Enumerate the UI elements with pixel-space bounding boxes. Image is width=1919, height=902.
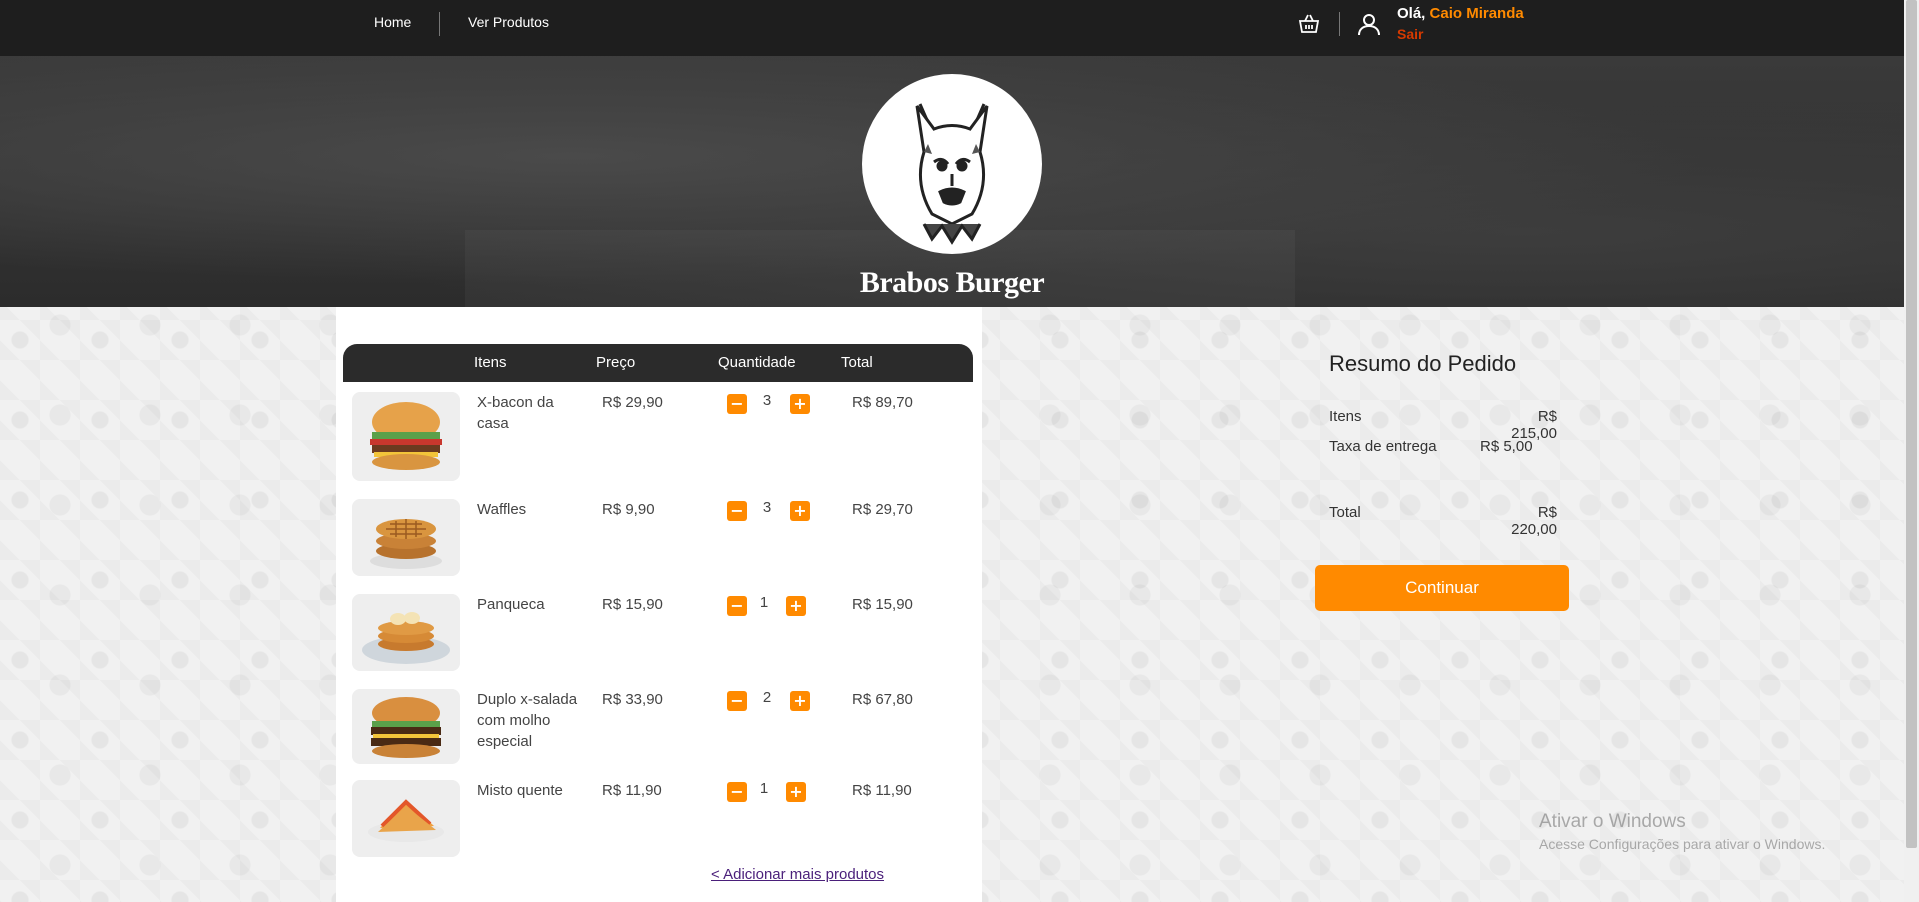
item-name-line: Waffles	[477, 501, 527, 518]
item-total: R$ 15,90	[852, 596, 913, 613]
item-quantity: 3	[762, 392, 772, 409]
basket-icon[interactable]	[1297, 12, 1321, 36]
item-price: R$ 15,90	[602, 596, 663, 613]
pitbull-logo	[862, 74, 1042, 254]
user-icon[interactable]	[1356, 11, 1382, 37]
increase-qty-button[interactable]: +	[786, 596, 806, 616]
greeting-text: Olá,	[1397, 5, 1426, 22]
logout-link[interactable]: Sair	[1397, 26, 1423, 42]
hero-banner: Brabos Burger	[0, 56, 1904, 307]
nav-products-link[interactable]: Ver Produtos	[468, 14, 549, 30]
summary-items-value: R$ 215,00	[1511, 408, 1557, 442]
item-name: Waffles	[477, 499, 526, 520]
summary-title: Resumo do Pedido	[1329, 351, 1517, 376]
decrease-qty-button[interactable]: −	[727, 596, 747, 616]
top-nav: Home Ver Produtos Olá, Caio Miranda Sair	[0, 0, 1904, 56]
item-name-line: Panqueca	[477, 596, 545, 613]
item-name-line: casa	[477, 415, 509, 432]
burger-image	[352, 392, 460, 481]
item-total: R$ 89,70	[852, 394, 913, 411]
decrease-qty-button[interactable]: −	[727, 691, 747, 711]
item-name: X-bacon da casa	[477, 392, 554, 434]
windows-activation-text: Acesse Configurações para ativar o Windo…	[1539, 836, 1826, 852]
cart-table-header: Itens Preço Quantidade Total	[343, 344, 973, 382]
increase-qty-button[interactable]: +	[790, 691, 810, 711]
double-burger-image	[352, 689, 460, 764]
header-price: Preço	[596, 354, 636, 371]
item-total: R$ 67,80	[852, 691, 913, 708]
item-price: R$ 11,90	[602, 782, 662, 799]
decrease-qty-button[interactable]: −	[727, 394, 747, 414]
item-quantity: 1	[759, 780, 769, 797]
header-quantity: Quantidade	[718, 354, 796, 371]
nav-divider	[439, 12, 440, 36]
nav-divider-right	[1339, 12, 1340, 36]
summary-total-label: Total	[1329, 504, 1361, 521]
item-price: R$ 33,90	[602, 691, 663, 708]
scrollbar-thumb[interactable]	[1906, 0, 1917, 848]
summary-items-label: Itens	[1329, 408, 1362, 425]
header-items: Itens	[474, 354, 507, 371]
summary-fee-label: Taxa de entrega	[1329, 438, 1437, 455]
item-price: R$ 29,90	[602, 394, 663, 411]
decrease-qty-button[interactable]: −	[727, 782, 747, 802]
waffles-image	[352, 499, 460, 576]
item-name: Duplo x-salada com molho especial	[477, 689, 577, 752]
item-name-line: Duplo x-salada	[477, 691, 578, 708]
decrease-qty-button[interactable]: −	[727, 501, 747, 521]
summary-fee-value: R$ 5,00	[1480, 438, 1533, 455]
item-quantity: 1	[759, 594, 769, 611]
item-name: Panqueca	[477, 594, 545, 615]
item-name-line: com molho	[477, 712, 551, 729]
pancakes-image	[352, 594, 460, 671]
header-total: Total	[841, 354, 873, 371]
add-more-products-link[interactable]: < Adicionar mais produtos	[711, 866, 884, 883]
item-total: R$ 11,90	[852, 782, 912, 799]
sandwich-image	[352, 780, 460, 857]
item-name-line: X-bacon da	[477, 394, 554, 411]
continue-button[interactable]: Continuar	[1315, 565, 1569, 611]
windows-activation-title: Ativar o Windows	[1539, 811, 1686, 832]
item-name: Misto quente	[477, 780, 563, 801]
item-name-line: especial	[477, 733, 533, 750]
greeting: Olá, Caio Miranda	[1397, 5, 1524, 22]
increase-qty-button[interactable]: +	[790, 394, 810, 414]
item-quantity: 2	[762, 689, 772, 706]
item-total: R$ 29,70	[852, 501, 913, 518]
item-name-line: Misto quente	[477, 782, 563, 799]
user-name[interactable]: Caio Miranda	[1430, 5, 1524, 22]
brand-title: Brabos Burger	[859, 266, 1045, 299]
summary-total-value: R$ 220,00	[1511, 504, 1557, 538]
item-price: R$ 9,90	[602, 501, 655, 518]
increase-qty-button[interactable]: +	[786, 782, 806, 802]
nav-home-link[interactable]: Home	[374, 14, 411, 30]
item-quantity: 3	[762, 499, 772, 516]
increase-qty-button[interactable]: +	[790, 501, 810, 521]
